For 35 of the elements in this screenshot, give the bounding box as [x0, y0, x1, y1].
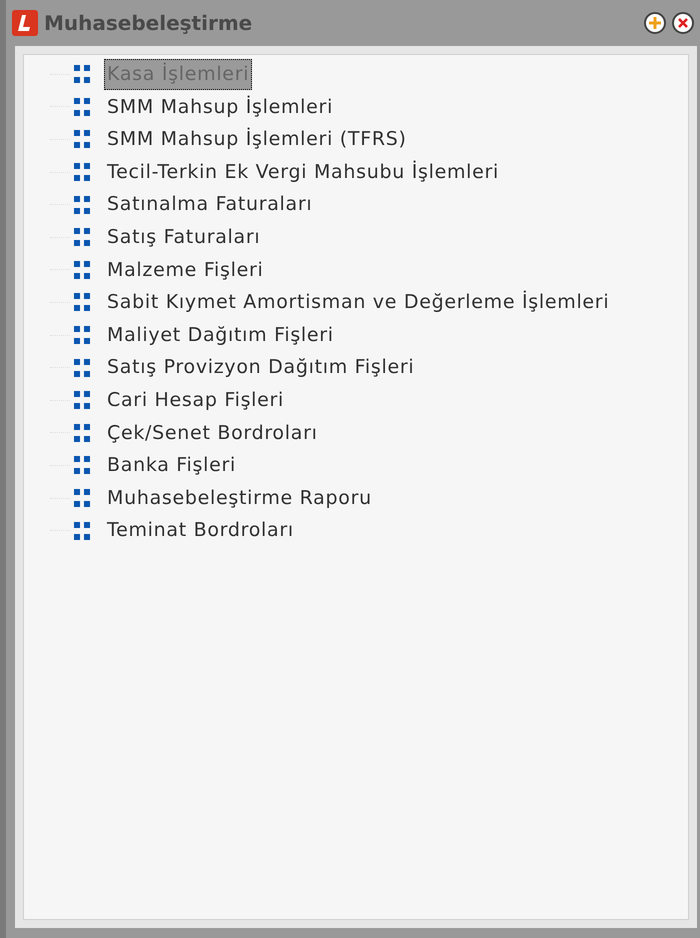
node-icon [72, 194, 92, 216]
tree-item[interactable]: SMM Mahsup İşlemleri [104, 92, 336, 122]
tree-item[interactable]: Sabit Kıymet Amortisman ve Değerleme İşlemleri [104, 287, 612, 318]
close-icon [677, 17, 689, 29]
node-icon [72, 63, 92, 86]
window-title: Muhasebeleştirme [44, 10, 252, 37]
tree-item[interactable]: Banka Fişleri [104, 450, 239, 481]
tree-item[interactable]: Malzeme Fişleri [104, 254, 266, 286]
node-icon [72, 324, 92, 346]
node-icon [72, 389, 92, 412]
tree-item[interactable]: Satış Provizyon Dağıtım Fişleri [104, 352, 418, 383]
tree-item[interactable]: Satınalma Faturaları [104, 189, 316, 220]
tree-item[interactable]: Çek/Senet Bordroları [104, 418, 321, 448]
node-icon [72, 226, 92, 248]
close-button[interactable] [672, 12, 694, 34]
plus-icon [648, 16, 662, 30]
node-icon [72, 161, 92, 184]
tree-item[interactable]: Tecil-Terkin Ek Vergi Mahsubu İşlemleri [104, 156, 502, 188]
add-button[interactable] [644, 12, 666, 34]
node-icon [72, 128, 92, 150]
tree-item[interactable]: SMM Mahsup İşlemleri (TFRS) [104, 124, 410, 155]
tree-item[interactable]: Maliyet Dağıtım Fişleri [104, 320, 337, 350]
node-icon [72, 96, 92, 118]
node-icon [72, 291, 92, 314]
node-icon [72, 487, 92, 510]
node-icon [72, 422, 92, 444]
tree-item[interactable]: Teminat Bordroları [104, 515, 297, 546]
node-icon [72, 520, 92, 542]
node-icon [72, 258, 92, 281]
node-icon [72, 454, 92, 476]
tree-item[interactable]: Muhasebeleştirme Raporu [104, 482, 375, 514]
app-logo-icon [12, 10, 38, 36]
node-icon [72, 356, 92, 379]
tree-item[interactable]: Satış Faturaları [104, 222, 264, 253]
tree-item[interactable]: Cari Hesap Fişleri [104, 384, 288, 416]
